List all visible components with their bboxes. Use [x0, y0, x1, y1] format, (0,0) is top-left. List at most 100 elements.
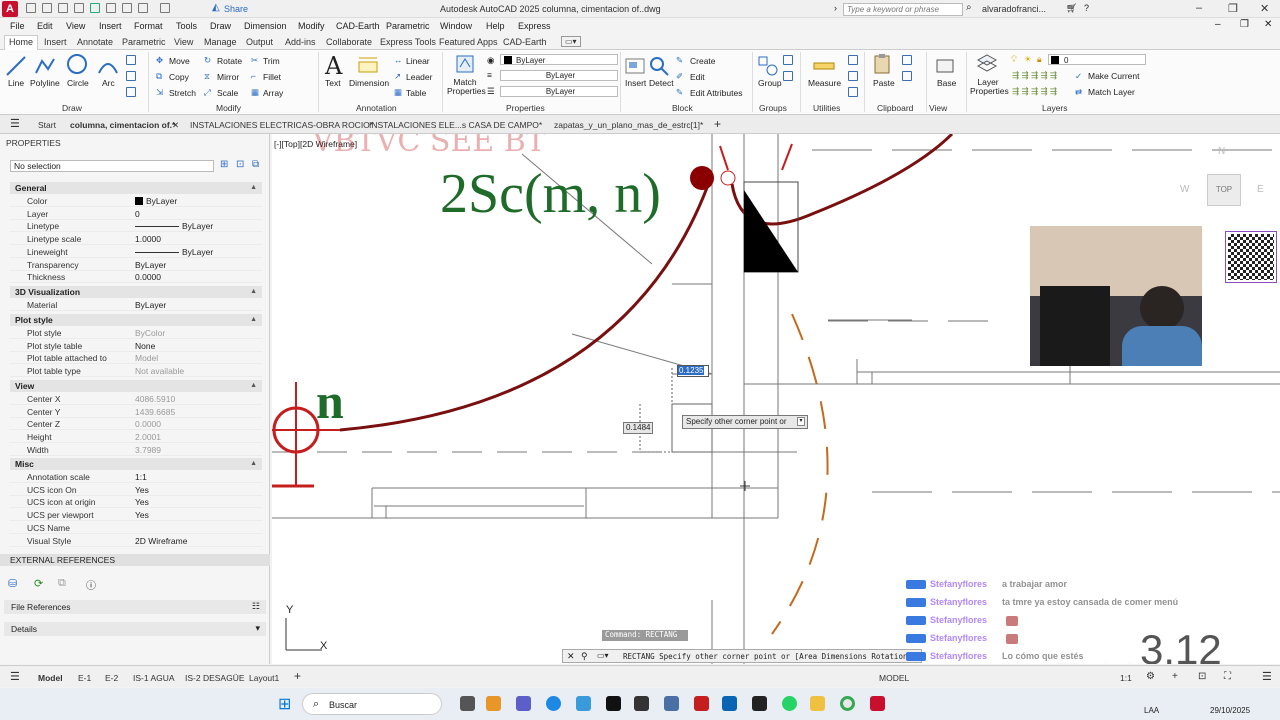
section-plot-style[interactable]: Plot style ▲ [10, 314, 262, 326]
tab-home[interactable]: Home [4, 35, 39, 50]
property-row[interactable]: Center Y 1439.6685 [10, 406, 262, 418]
panel-modify-label[interactable]: Modify [216, 103, 241, 113]
command-customize-icon[interactable]: ⚲ [581, 651, 588, 662]
menu-help[interactable]: Help [486, 21, 505, 31]
change-path-icon[interactable]: ⧉ [58, 577, 66, 590]
hatch-icon[interactable] [126, 71, 136, 81]
app-icon-red[interactable] [694, 696, 709, 711]
layout-tab-e2[interactable]: E-2 [105, 673, 118, 683]
firefox-icon[interactable] [486, 696, 501, 711]
attach-dwg-icon[interactable]: ⛁ [8, 577, 17, 590]
tab-add-ins[interactable]: Add-ins [285, 37, 316, 47]
leader-button[interactable]: Leader [406, 72, 432, 82]
quick-select-icon[interactable]: ⧉ [252, 159, 259, 170]
cut-icon[interactable] [902, 55, 912, 65]
whatsapp-icon[interactable] [782, 696, 797, 711]
property-row[interactable]: Material ByLayer [10, 299, 262, 311]
tab-express-tools[interactable]: Express Tools [380, 37, 436, 47]
property-row[interactable]: Plot style ByColor [10, 327, 262, 339]
redo-icon[interactable] [160, 3, 170, 13]
table-button[interactable]: Table [406, 88, 426, 98]
outlook-icon[interactable] [722, 696, 737, 711]
property-row[interactable]: Center X 4086.5910 [10, 393, 262, 405]
user-account[interactable]: alvaradofranci... [982, 4, 1046, 14]
cloud-icon[interactable] [90, 3, 100, 13]
language-indicator[interactable]: LAA [1144, 706, 1159, 715]
collapse-arrow-icon[interactable]: ▲ [250, 458, 257, 470]
menu-express[interactable]: Express [518, 21, 551, 31]
workspace-toggle-icon[interactable]: ▭▾ [561, 36, 581, 47]
match-properties-icon[interactable] [454, 53, 476, 75]
layer-tools-icon-row1[interactable]: ⇶ ⇶ ⇶ ⇶ ⇶ [1012, 70, 1057, 81]
filetab-instalaciones-campo[interactable]: INSTALACIONES ELE...s CASA DE CAMPO* [369, 120, 542, 130]
fullscreen-icon[interactable]: ⛶ [1224, 671, 1231, 682]
mirror-button[interactable]: Mirror [217, 72, 239, 82]
select-objects-icon[interactable]: ⊡ [236, 159, 244, 170]
tab-parametric[interactable]: Parametric [122, 37, 166, 47]
share-button[interactable]: Share [224, 4, 248, 14]
linetype-dropdown[interactable]: ByLayer [500, 70, 618, 81]
property-row[interactable]: UCS icon On Yes [10, 484, 262, 496]
detect-icon[interactable] [648, 55, 670, 77]
property-row[interactable]: Center Z 0.0000 [10, 418, 262, 431]
trim-button[interactable]: Trim [263, 56, 280, 66]
saveas-icon[interactable] [74, 3, 84, 13]
property-row[interactable]: UCS Name [10, 522, 262, 534]
doc-close-icon[interactable]: ✕ [1264, 19, 1272, 30]
app-icon-black[interactable] [752, 696, 767, 711]
doc-restore-icon[interactable]: ❐ [1240, 19, 1249, 30]
plot-preview-icon[interactable] [122, 3, 132, 13]
group-button[interactable]: Group [758, 78, 782, 88]
customize-status-icon[interactable]: ☰ [1262, 670, 1272, 683]
tab-collaborate[interactable]: Collaborate [326, 37, 372, 47]
edit-button[interactable]: Edit [690, 72, 705, 82]
scale-button[interactable]: Scale [217, 88, 238, 98]
viewcube-north[interactable]: N [1218, 146, 1225, 157]
measure-button[interactable]: Measure [808, 78, 841, 88]
close-icon[interactable]: ✕ [1260, 2, 1269, 15]
menu-tools[interactable]: Tools [176, 21, 197, 31]
layer-tools-icon-row2[interactable]: ⇶ ⇶ ⇶ ⇶ ⇶ [1012, 86, 1057, 97]
tab-view[interactable]: View [174, 37, 193, 47]
lineweight-dropdown[interactable]: ByLayer [500, 86, 618, 97]
circle-icon[interactable] [66, 53, 88, 75]
property-row[interactable]: Thickness 0.0000 [10, 271, 262, 284]
circle-button[interactable]: Circle [67, 78, 89, 88]
options-arrow-icon[interactable]: ▾ [797, 417, 805, 426]
open-icon[interactable] [42, 3, 52, 13]
minimize-icon[interactable]: – [1196, 2, 1202, 14]
line-icon[interactable] [5, 55, 27, 77]
taskbar-date[interactable]: 29/10/2025 [1210, 706, 1250, 715]
property-row[interactable]: Color ByLayer [10, 195, 262, 207]
select-all-icon[interactable] [848, 87, 858, 97]
property-row[interactable]: UCS icon at origin Yes [10, 496, 262, 509]
collapse-arrow-icon[interactable]: ▲ [250, 182, 257, 194]
move-button[interactable]: Move [169, 56, 190, 66]
menu-draw[interactable]: Draw [210, 21, 231, 31]
filetab-close-icon[interactable]: ✕ [172, 120, 179, 131]
property-row[interactable]: Height 2.0001 [10, 431, 262, 444]
tab-cad-earth[interactable]: CAD-Earth [503, 37, 547, 47]
tab-manage[interactable]: Manage [204, 37, 237, 47]
polyline-icon[interactable] [34, 55, 56, 77]
new-icon[interactable] [26, 3, 36, 13]
dimension-icon[interactable] [357, 54, 379, 76]
panel-clipboard-label[interactable]: Clipboard [877, 103, 913, 113]
paste-icon[interactable] [872, 53, 894, 75]
layout-menu-icon[interactable]: ☰ [10, 670, 20, 683]
rotate-button[interactable]: Rotate [217, 56, 242, 66]
group-edit-icon[interactable] [783, 71, 793, 81]
stretch-button[interactable]: Stretch [169, 88, 196, 98]
menu-cad-earth[interactable]: CAD-Earth [336, 21, 380, 31]
details-bar[interactable]: Details ▾ [4, 622, 266, 636]
collapse-arrow-icon[interactable]: ▲ [250, 286, 257, 298]
text-icon[interactable]: A [325, 52, 342, 80]
group-icon[interactable] [757, 55, 779, 77]
property-row[interactable]: Annotation scale 1:1 [10, 471, 262, 483]
panel-block-label[interactable]: Block [672, 103, 693, 113]
menu-modify[interactable]: Modify [298, 21, 325, 31]
dynamic-input-height[interactable]: 0.1484 [623, 422, 653, 434]
property-row[interactable]: Visual Style 2D Wireframe [10, 535, 262, 547]
property-row[interactable]: Linetype scale 1.0000 [10, 233, 262, 246]
filetab-start[interactable]: Start [38, 120, 56, 130]
